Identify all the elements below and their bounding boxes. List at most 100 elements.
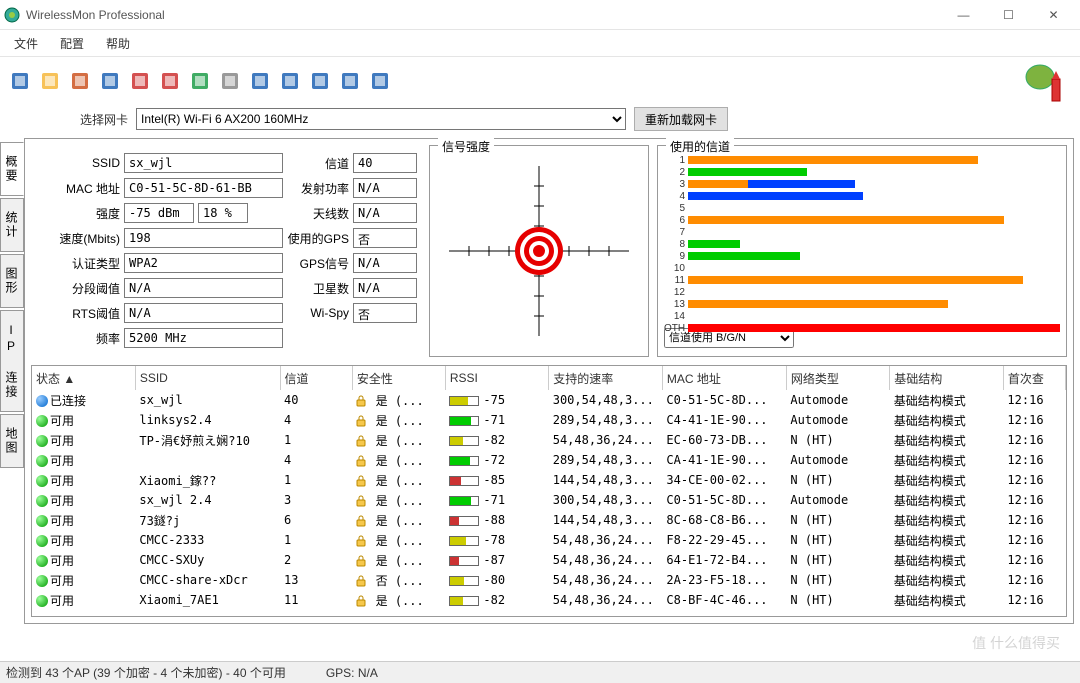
channel-row: 4 — [664, 190, 1060, 202]
tab-graph[interactable]: 图形 — [0, 254, 24, 308]
signal-title: 信号强度 — [438, 138, 494, 155]
channel-row: 13 — [664, 298, 1060, 310]
table-row[interactable]: 可用4 是 (...-72289,54,48,3...CA-41-1E-90..… — [32, 450, 1066, 470]
channel-label: 14 — [664, 311, 688, 322]
menu-help[interactable]: 帮助 — [96, 31, 140, 56]
channel-bar — [688, 192, 863, 200]
lock-icon — [356, 475, 366, 487]
channel-label: 10 — [664, 263, 688, 274]
col-first-seen[interactable]: 首次查 — [1003, 366, 1065, 390]
col-rssi[interactable]: RSSI — [445, 366, 548, 390]
tab-ip[interactable]: IP 连接 — [0, 310, 24, 412]
channel-label: 4 — [664, 191, 688, 202]
menu-file[interactable]: 文件 — [4, 31, 48, 56]
side-tabs: 概要 统计 图形 IP 连接 地图 — [0, 138, 24, 624]
table-row[interactable]: 可用Xiaomi_7AE111 是 (...-8254,48,36,24...C… — [32, 590, 1066, 610]
channel-row: 8 — [664, 238, 1060, 250]
table-row[interactable]: 可用sx_wjl 2.43 是 (...-71300,54,48,3...C0-… — [32, 490, 1066, 510]
table-row[interactable]: 可用CMCC-share-xDcr13 否 (...-8054,48,36,24… — [32, 570, 1066, 590]
status-dot-icon — [36, 415, 48, 427]
table-row[interactable]: 可用Xiaomi_鎵??1 是 (...-85144,54,48,3...34-… — [32, 470, 1066, 490]
status-dot-icon — [36, 395, 48, 407]
maximize-button[interactable]: ☐ — [986, 1, 1031, 29]
col-rates[interactable]: 支持的速率 — [549, 366, 663, 390]
channel-row: 11 — [664, 274, 1060, 286]
channel-bar — [688, 156, 978, 164]
lock-icon — [356, 395, 366, 407]
ssid-value: sx_wjl — [124, 153, 283, 173]
signal-crosshair — [439, 156, 639, 346]
adapter-select[interactable]: Intel(R) Wi-Fi 6 AX200 160MHz — [136, 108, 626, 130]
status-gps: GPS: N/A — [326, 666, 378, 680]
menu-config[interactable]: 配置 — [50, 31, 94, 56]
col-security[interactable]: 安全性 — [352, 366, 445, 390]
wispy-label: Wi-Spy — [287, 306, 349, 320]
connection-info-panel: SSIDsx_wjl MAC 地址C0-51-5C-8D-61-BB 强度-75… — [31, 145, 421, 357]
channel-label: 2 — [664, 167, 688, 178]
globe2-icon[interactable] — [336, 67, 364, 95]
status-dot-icon — [36, 595, 48, 607]
save-icon[interactable] — [6, 67, 34, 95]
freq-label: 频率 — [35, 330, 120, 347]
status-dot-icon — [36, 455, 48, 467]
table-row[interactable]: 已连接sx_wjl40 是 (...-75300,54,48,3...C0-51… — [32, 390, 1066, 410]
channel-row: 7 — [664, 226, 1060, 238]
globe-icon[interactable] — [96, 67, 124, 95]
log-icon[interactable] — [246, 67, 274, 95]
mac-value: C0-51-5C-8D-61-BB — [124, 178, 283, 198]
table-row[interactable]: 可用TP-涓€妤煎え娴?101 是 (...-8254,48,36,24...E… — [32, 430, 1066, 450]
col-status[interactable]: 状态 ▲ — [32, 366, 135, 390]
folder-icon[interactable] — [36, 67, 64, 95]
graph-icon[interactable] — [156, 67, 184, 95]
lock-icon — [356, 455, 366, 467]
rts-value: N/A — [124, 303, 283, 323]
reload-adapter-button[interactable]: 重新加载网卡 — [634, 107, 728, 131]
networks-grid[interactable]: 状态 ▲ SSID 信道 安全性 RSSI 支持的速率 MAC 地址 网络类型 … — [31, 365, 1067, 617]
help-icon[interactable] — [366, 67, 394, 95]
tab-stats[interactable]: 统计 — [0, 198, 24, 252]
table-row[interactable]: 可用73鐩?j6 是 (...-88144,54,48,3...8C-68-C8… — [32, 510, 1066, 530]
app-icon — [4, 7, 20, 23]
signal-strength-panel: 信号强度 — [429, 145, 649, 357]
rssi-bar-icon — [449, 596, 479, 606]
lock-icon — [356, 515, 366, 527]
ssid-label: SSID — [35, 156, 120, 170]
frag-value: N/A — [124, 278, 283, 298]
table-row[interactable]: 可用CMCC-SXUy2 是 (...-8754,48,36,24...64-E… — [32, 550, 1066, 570]
col-ntype[interactable]: 网络类型 — [786, 366, 889, 390]
table-row[interactable]: 可用linksys2.44 是 (...-71289,54,48,3...C4-… — [32, 410, 1066, 430]
col-infra[interactable]: 基础结构 — [890, 366, 1004, 390]
lock-icon — [356, 495, 366, 507]
channel-label: 5 — [664, 203, 688, 214]
tab-summary[interactable]: 概要 — [0, 142, 24, 196]
rssi-bar-icon — [449, 416, 479, 426]
channel-label: 8 — [664, 239, 688, 250]
minimize-button[interactable]: — — [941, 1, 986, 29]
channel-row: 9 — [664, 250, 1060, 262]
refresh-icon[interactable] — [306, 67, 334, 95]
clipboard-icon[interactable] — [276, 67, 304, 95]
status-dot-icon — [36, 575, 48, 587]
channel-row: OTH — [664, 322, 1060, 334]
status-dot-icon — [36, 515, 48, 527]
col-ssid[interactable]: SSID — [135, 366, 280, 390]
titlebar: WirelessMon Professional — ☐ ✕ — [0, 0, 1080, 30]
stats-icon[interactable] — [126, 67, 154, 95]
col-mac[interactable]: MAC 地址 — [662, 366, 786, 390]
channel-label: 信道 — [287, 155, 349, 172]
strength-label: 强度 — [35, 205, 120, 222]
lock-icon — [356, 595, 366, 607]
export-icon[interactable] — [186, 67, 214, 95]
close-button[interactable]: ✕ — [1031, 1, 1076, 29]
print-icon[interactable] — [216, 67, 244, 95]
rssi-bar-icon — [449, 576, 479, 586]
target-icon[interactable] — [66, 67, 94, 95]
app-logo — [1018, 59, 1070, 108]
col-channel[interactable]: 信道 — [280, 366, 352, 390]
tab-map[interactable]: 地图 — [0, 414, 24, 468]
wispy-value: 否 — [353, 303, 417, 323]
adapter-row: 选择网卡 Intel(R) Wi-Fi 6 AX200 160MHz 重新加载网… — [0, 104, 1080, 134]
window-title: WirelessMon Professional — [26, 8, 941, 22]
table-row[interactable]: 可用CMCC-23331 是 (...-7854,48,36,24...F8-2… — [32, 530, 1066, 550]
auth-label: 认证类型 — [35, 255, 120, 272]
